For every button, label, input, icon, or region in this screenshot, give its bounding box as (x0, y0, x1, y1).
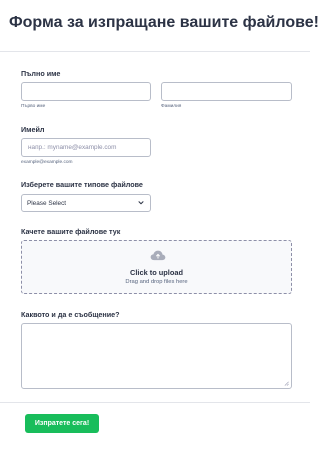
file-upload-dropzone[interactable]: Click to upload Drag and drop files here (21, 240, 292, 294)
file-type-select[interactable]: Please Select (21, 194, 151, 212)
first-name-field[interactable] (21, 82, 151, 101)
upload-subtitle: Drag and drop files here (125, 279, 188, 285)
email-sublabel: example@example.com (21, 160, 73, 165)
full-name-label: Пълно име (21, 69, 61, 78)
upload-label: Качете вашите файлове тук (21, 227, 121, 236)
last-name-field[interactable] (161, 82, 292, 101)
last-name-sublabel: Фамилия (161, 104, 182, 109)
email-placeholder: напр.: myname@example.com (28, 144, 117, 151)
file-type-selected: Please Select (27, 199, 67, 207)
footer-divider (0, 402, 310, 403)
cloud-upload-icon (150, 250, 166, 261)
upload-title: Click to upload (130, 268, 183, 277)
message-label: Каквото и да е съобщение? (21, 310, 120, 319)
form-title: Форма за изпращане вашите файлове! (9, 14, 319, 31)
message-textarea[interactable] (21, 323, 292, 389)
file-type-label: Изберете вашите типове файлове (21, 180, 143, 189)
first-name-sublabel: Първо име (21, 104, 46, 109)
email-label: Имейл (21, 125, 45, 134)
form-header: Форма за изпращане вашите файлове! (0, 0, 319, 52)
submit-button[interactable]: Изпратете сега! (25, 414, 99, 433)
email-field[interactable]: напр.: myname@example.com (21, 138, 151, 157)
chevron-down-icon (138, 201, 144, 205)
resize-grip-icon[interactable] (284, 381, 289, 386)
